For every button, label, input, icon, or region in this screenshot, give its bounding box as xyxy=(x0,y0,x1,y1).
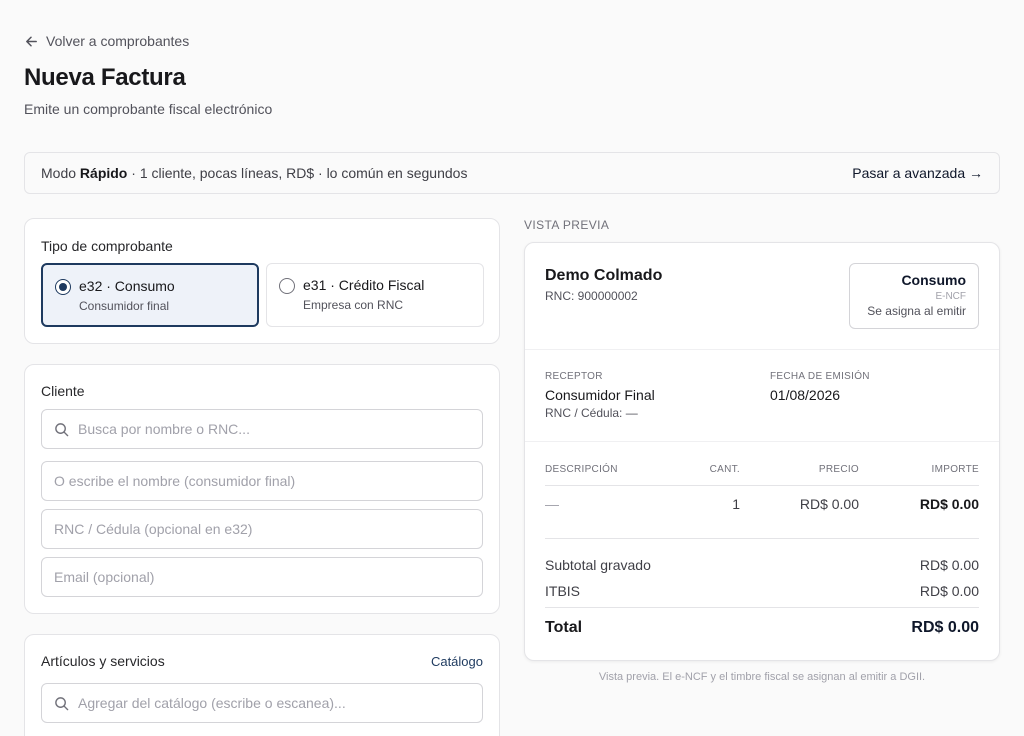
mode-description: Modo Rápido · 1 cliente, pocas líneas, R… xyxy=(41,165,468,181)
cliente-label: Cliente xyxy=(41,383,85,399)
back-link-label: Volver a comprobantes xyxy=(46,33,190,49)
client-search-placeholder: Busca por nombre o RNC... xyxy=(78,421,250,437)
col-price: PRECIO xyxy=(818,464,859,475)
client-search-input[interactable]: Busca por nombre o RNC... xyxy=(41,409,483,449)
line-desc: — xyxy=(545,496,559,512)
line-price: RD$ 0.00 xyxy=(799,496,859,512)
option-e31[interactable]: e31 · Crédito Fiscal Empresa con RNC xyxy=(266,263,484,327)
divider xyxy=(545,607,979,608)
total-label: Total xyxy=(545,619,583,636)
divider xyxy=(525,349,999,350)
line-qty: 1 xyxy=(732,496,740,512)
receptor-label: RECEPTOR xyxy=(545,371,603,382)
search-icon xyxy=(55,697,69,711)
client-rnc-input[interactable]: RNC / Cédula (opcional en e32) xyxy=(41,509,483,549)
col-qty: CANT. xyxy=(709,464,740,475)
col-amount: IMPORTE xyxy=(931,464,979,475)
itbis-row: ITBIS RD$ 0.00 xyxy=(545,583,979,599)
preview-footnote: Vista previa. El e-NCF y el timbre fisca… xyxy=(598,671,926,683)
articulos-card: Artículos y servicios Catálogo Agregar d… xyxy=(24,634,500,736)
invoice-preview: Demo Colmado RNC: 900000002 Consumo E-NC… xyxy=(524,242,1000,661)
client-name-input[interactable]: O escribe el nombre (consumidor final) xyxy=(41,461,483,501)
ncf-badge: Consumo E-NCF Se asigna al emitir xyxy=(849,263,979,329)
search-icon xyxy=(55,423,69,437)
catalog-search-input[interactable]: Agregar del catálogo (escribe o escanea)… xyxy=(41,683,483,723)
receptor-name: Consumidor Final xyxy=(545,387,655,403)
subtotal-row: Subtotal gravado RD$ 0.00 xyxy=(545,557,979,573)
articulos-label: Artículos y servicios xyxy=(41,653,165,669)
preview-section-label: VISTA PREVIA xyxy=(524,218,610,232)
client-rnc-placeholder: RNC / Cédula (opcional en e32) xyxy=(54,521,253,537)
arrow-left-icon xyxy=(26,36,37,46)
ncf-value: Se asigna al emitir xyxy=(867,304,966,318)
back-link[interactable]: Volver a comprobantes xyxy=(24,33,189,49)
client-email-input[interactable]: Email (opcional) xyxy=(41,557,483,597)
mode-name: Rápido xyxy=(79,165,128,181)
divider xyxy=(545,485,979,486)
tipo-label: Tipo de comprobante xyxy=(41,238,173,254)
ncf-type: Consumo xyxy=(901,272,966,288)
itbis-label: ITBIS xyxy=(545,583,581,599)
total-row: Total RD$ 0.00 xyxy=(545,619,979,637)
subtotal-value: RD$ 0.00 xyxy=(919,557,979,573)
mode-bar: Modo Rápido · 1 cliente, pocas líneas, R… xyxy=(24,152,1000,194)
date-value: 01/08/2026 xyxy=(770,387,841,403)
catalog-link[interactable]: Catálogo xyxy=(431,654,483,669)
business-rnc: RNC: 900000002 xyxy=(545,289,638,303)
radio-e32[interactable] xyxy=(55,279,71,295)
option-e31-desc: Empresa con RNC xyxy=(303,298,404,312)
divider xyxy=(545,538,979,539)
client-name-placeholder: O escribe el nombre (consumidor final) xyxy=(54,473,296,489)
cliente-card: Cliente Busca por nombre o RNC... O escr… xyxy=(24,364,500,614)
subtotal-label: Subtotal gravado xyxy=(545,557,651,573)
client-email-placeholder: Email (opcional) xyxy=(54,569,155,585)
page-subtitle: Emite un comprobante fiscal electrónico xyxy=(24,101,273,117)
radio-e31[interactable] xyxy=(279,278,295,294)
line-amount: RD$ 0.00 xyxy=(919,496,979,512)
option-e31-name: e31 · Crédito Fiscal xyxy=(303,277,425,293)
receptor-id: RNC / Cédula: — xyxy=(545,406,638,420)
divider xyxy=(525,441,999,442)
option-e32-name: e32 · Consumo xyxy=(79,278,175,294)
switch-advanced-link[interactable]: Pasar a avanzada → xyxy=(852,165,983,181)
catalog-search-placeholder: Agregar del catálogo (escribe o escanea)… xyxy=(78,695,346,711)
page-title: Nueva Factura xyxy=(24,64,186,91)
date-label: FECHA DE EMISIÓN xyxy=(770,371,870,382)
col-desc: DESCRIPCIÓN xyxy=(545,464,618,475)
option-e32-desc: Consumidor final xyxy=(79,299,170,313)
tipo-comprobante-card: Tipo de comprobante e32 · Consumo Consum… xyxy=(24,218,500,344)
ncf-label: E-NCF xyxy=(935,291,966,302)
itbis-value: RD$ 0.00 xyxy=(919,583,979,599)
option-e32[interactable]: e32 · Consumo Consumidor final xyxy=(41,263,259,327)
total-value: RD$ 0.00 xyxy=(911,619,979,636)
business-name: Demo Colmado xyxy=(545,267,663,284)
